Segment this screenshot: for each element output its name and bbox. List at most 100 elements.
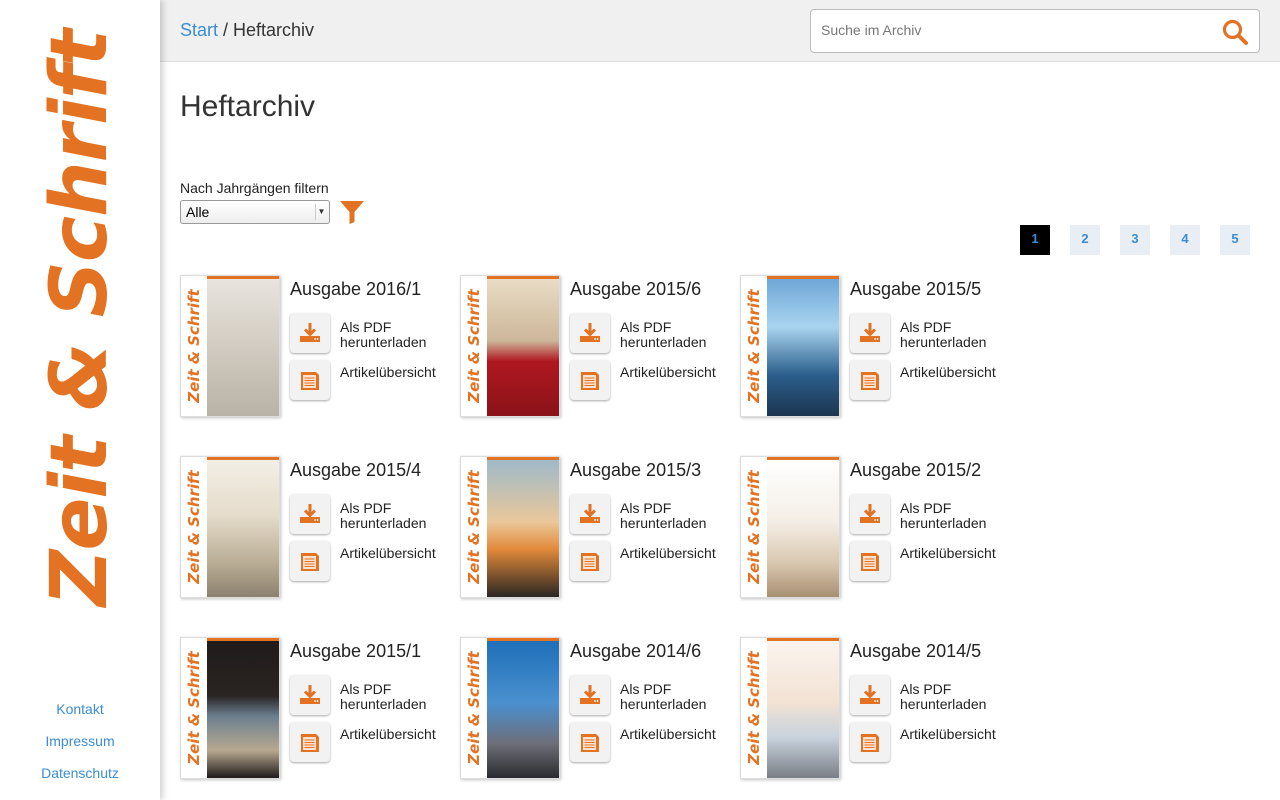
article-overview-button[interactable] [570, 722, 610, 762]
download-pdf-button[interactable] [570, 313, 610, 353]
cover-spine: Zeit & Schrift [181, 638, 207, 778]
article-overview-button[interactable] [290, 722, 330, 762]
issue-title[interactable]: Ausgabe 2015/6 [570, 279, 701, 300]
issue-title[interactable]: Ausgabe 2015/3 [570, 460, 701, 481]
article-overview-label[interactable]: Artikelübersicht [340, 727, 436, 742]
document-icon [301, 372, 319, 390]
issue-cover[interactable]: Zeit & Schrift [740, 637, 840, 779]
search-icon[interactable] [1221, 18, 1249, 46]
issue-title[interactable]: Ausgabe 2016/1 [290, 279, 421, 300]
cover-spine: Zeit & Schrift [461, 457, 487, 597]
issue-card: Zeit & Schrift Ausgabe 2015/4 Als PDF heru… [180, 456, 460, 601]
document-icon [581, 553, 599, 571]
page-button-5[interactable]: 5 [1220, 225, 1250, 255]
article-overview-label[interactable]: Artikelübersicht [900, 546, 996, 561]
filter-icon[interactable] [338, 198, 366, 226]
download-pdf-button[interactable] [290, 675, 330, 715]
issue-cover[interactable]: Zeit & Schrift [180, 275, 280, 417]
article-overview-label[interactable]: Artikelübersicht [340, 546, 436, 561]
cover-spine-title: Zeit & Schrift [465, 651, 483, 765]
issue-title[interactable]: Ausgabe 2015/4 [290, 460, 421, 481]
cover-image [487, 279, 559, 416]
cover-image [767, 460, 839, 597]
search-input[interactable] [821, 22, 1201, 38]
download-pdf-label[interactable]: Als PDF herunterladen [340, 682, 450, 712]
download-pdf-label[interactable]: Als PDF herunterladen [340, 320, 450, 350]
issue-title[interactable]: Ausgabe 2015/5 [850, 279, 981, 300]
page-button-3[interactable]: 3 [1120, 225, 1150, 255]
download-icon [580, 685, 600, 704]
article-overview-label[interactable]: Artikelübersicht [900, 365, 996, 380]
page-button-2[interactable]: 2 [1070, 225, 1100, 255]
download-pdf-button[interactable] [290, 313, 330, 353]
download-pdf-button[interactable] [290, 494, 330, 534]
article-overview-button[interactable] [850, 541, 890, 581]
issue-title[interactable]: Ausgabe 2014/6 [570, 641, 701, 662]
download-pdf-label[interactable]: Als PDF herunterladen [620, 320, 730, 350]
filter-label: Nach Jahrgängen filtern [180, 180, 329, 196]
issue-cover[interactable]: Zeit & Schrift [740, 456, 840, 598]
contact-link[interactable]: Kontakt [0, 700, 160, 732]
cover-image [767, 279, 839, 416]
download-pdf-label[interactable]: Als PDF herunterladen [620, 682, 730, 712]
cover-spine: Zeit & Schrift [181, 457, 207, 597]
page-button-1[interactable]: 1 [1020, 225, 1050, 255]
privacy-link[interactable]: Datenschutz [0, 764, 160, 796]
document-icon [581, 734, 599, 752]
article-overview-label[interactable]: Artikelübersicht [340, 365, 436, 380]
issue-cover[interactable]: Zeit & Schrift [460, 456, 560, 598]
issue-card: Zeit & Schrift Ausgabe 2015/3 Als PDF heru… [460, 456, 740, 601]
article-overview-button[interactable] [850, 360, 890, 400]
imprint-link[interactable]: Impressum [0, 732, 160, 764]
issue-card: Zeit & Schrift Ausgabe 2015/2 Als PDF heru… [740, 456, 1020, 601]
chevron-down-icon: ▼ [315, 204, 327, 220]
issue-cover[interactable]: Zeit & Schrift [180, 637, 280, 779]
issue-title[interactable]: Ausgabe 2014/5 [850, 641, 981, 662]
year-filter-select[interactable]: Alle ▼ [180, 200, 330, 224]
issue-cover[interactable]: Zeit & Schrift [460, 637, 560, 779]
issue-cover[interactable]: Zeit & Schrift [460, 275, 560, 417]
download-pdf-label[interactable]: Als PDF herunterladen [620, 501, 730, 531]
issue-card: Zeit & Schrift Ausgabe 2016/1 Als PDF heru… [180, 275, 460, 420]
document-icon [861, 553, 879, 571]
download-icon [300, 323, 320, 342]
site-logo[interactable]: Zeit & Schrift [35, 30, 125, 606]
breadcrumb-home-link[interactable]: Start [180, 20, 218, 40]
article-overview-label[interactable]: Artikelübersicht [620, 727, 716, 742]
download-icon [580, 504, 600, 523]
cover-spine: Zeit & Schrift [741, 276, 767, 416]
download-icon [580, 323, 600, 342]
article-overview-button[interactable] [570, 360, 610, 400]
download-pdf-button[interactable] [570, 494, 610, 534]
cover-spine: Zeit & Schrift [741, 457, 767, 597]
issue-title[interactable]: Ausgabe 2015/1 [290, 641, 421, 662]
issue-card: Zeit & Schrift Ausgabe 2014/5 Als PDF heru… [740, 637, 1020, 782]
download-pdf-label[interactable]: Als PDF herunterladen [900, 501, 1010, 531]
download-pdf-button[interactable] [850, 675, 890, 715]
download-pdf-label[interactable]: Als PDF herunterladen [340, 501, 450, 531]
page-title: Heftarchiv [180, 90, 316, 123]
page-button-4[interactable]: 4 [1170, 225, 1200, 255]
cover-image [487, 460, 559, 597]
article-overview-button[interactable] [290, 360, 330, 400]
issue-cover[interactable]: Zeit & Schrift [180, 456, 280, 598]
article-overview-button[interactable] [570, 541, 610, 581]
download-pdf-button[interactable] [570, 675, 610, 715]
cover-spine-title: Zeit & Schrift [745, 470, 763, 584]
download-pdf-label[interactable]: Als PDF herunterladen [900, 320, 1010, 350]
document-icon [581, 372, 599, 390]
article-overview-label[interactable]: Artikelübersicht [900, 727, 996, 742]
download-pdf-label[interactable]: Als PDF herunterladen [900, 682, 1010, 712]
download-pdf-button[interactable] [850, 494, 890, 534]
article-overview-label[interactable]: Artikelübersicht [620, 546, 716, 561]
article-overview-button[interactable] [850, 722, 890, 762]
sidebar: Zeit & Schrift Kontakt Impressum Datensc… [0, 0, 160, 800]
issue-card: Zeit & Schrift Ausgabe 2015/1 Als PDF heru… [180, 637, 460, 782]
article-overview-label[interactable]: Artikelübersicht [620, 365, 716, 380]
issue-cover[interactable]: Zeit & Schrift [740, 275, 840, 417]
article-overview-button[interactable] [290, 541, 330, 581]
download-pdf-button[interactable] [850, 313, 890, 353]
download-icon [300, 504, 320, 523]
issue-title[interactable]: Ausgabe 2015/2 [850, 460, 981, 481]
download-icon [860, 685, 880, 704]
